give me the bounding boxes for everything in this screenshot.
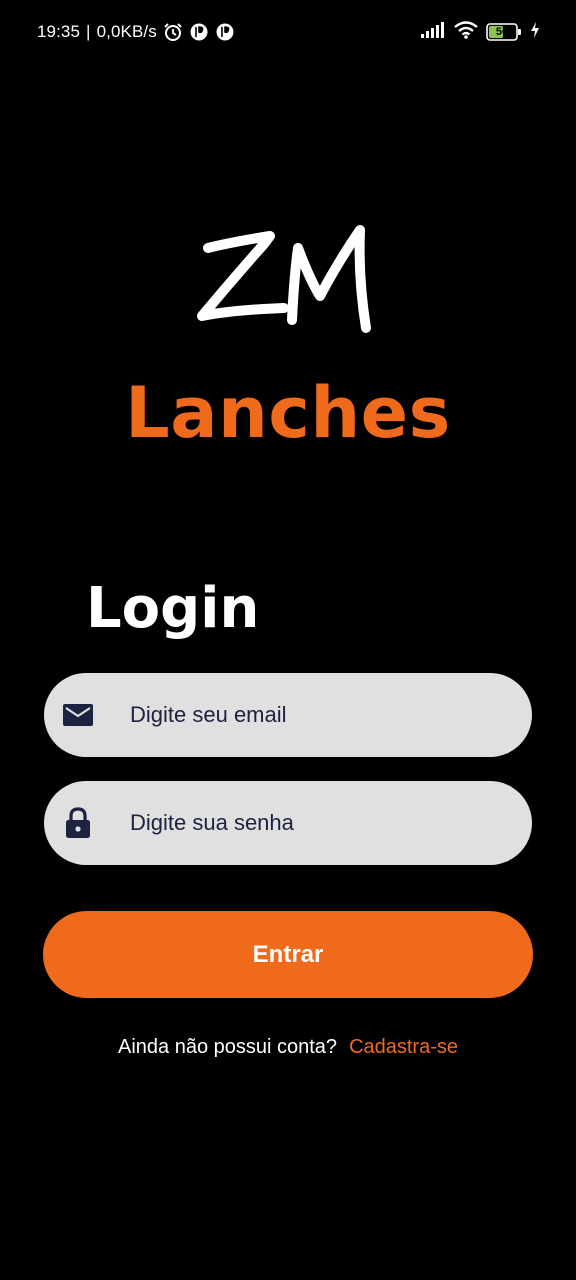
status-separator: | xyxy=(86,22,91,41)
email-field[interactable] xyxy=(44,673,532,757)
brand-name: Lanches xyxy=(125,372,451,454)
status-bar: 19:35 | 0,0KB/s 50 xyxy=(0,0,576,64)
signal-icon xyxy=(420,21,446,44)
battery-level: 50 xyxy=(495,26,509,38)
status-network-speed: 0,0KB/s xyxy=(96,22,157,41)
alarm-icon xyxy=(163,22,183,42)
zm-logo xyxy=(192,218,378,340)
app-notification-icon xyxy=(215,22,235,42)
password-field[interactable] xyxy=(44,781,532,865)
signup-link[interactable]: Cadastra-se xyxy=(349,1036,458,1059)
signup-prompt: Ainda não possui conta? xyxy=(118,1036,338,1058)
signup-row: Ainda não possui conta? Cadastra-se xyxy=(0,1036,576,1059)
login-title: Login xyxy=(86,576,260,641)
app-notification-icon xyxy=(189,22,209,42)
enter-button[interactable]: Entrar xyxy=(43,911,533,998)
email-input[interactable] xyxy=(130,695,510,735)
lock-icon xyxy=(62,807,94,839)
password-input[interactable] xyxy=(130,803,510,843)
status-time: 19:35 xyxy=(37,22,81,41)
wifi-icon xyxy=(454,20,478,44)
status-bar-left: 19:35 | 0,0KB/s xyxy=(37,20,235,44)
battery-icon: 50 xyxy=(486,23,522,41)
charging-icon xyxy=(530,21,540,44)
email-icon xyxy=(62,699,94,731)
status-bar-right: 50 xyxy=(420,20,540,44)
